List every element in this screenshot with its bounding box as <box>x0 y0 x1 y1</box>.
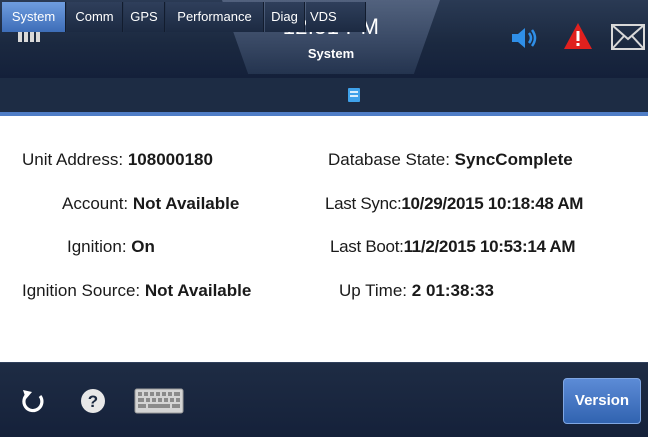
ignition-label: Ignition: <box>67 237 127 256</box>
alert-icon[interactable] <box>563 22 593 50</box>
tab-strip <box>0 78 648 116</box>
database-state-value: SyncComplete <box>454 150 573 169</box>
version-button[interactable]: Version <box>563 378 641 424</box>
last-sync-row: Last Sync:10/29/2015 10:18:48 AM <box>325 194 583 214</box>
last-boot-label: Last Boot: <box>330 237 404 256</box>
last-boot-row: Last Boot:11/2/2015 10:53:14 AM <box>330 237 576 257</box>
last-sync-value: 10/29/2015 10:18:48 AM <box>401 194 584 213</box>
help-icon[interactable]: ? <box>80 388 106 414</box>
last-sync-label: Last Sync: <box>325 194 402 213</box>
up-time-value: 2 01:38:33 <box>411 281 494 300</box>
ignition-value: On <box>131 237 155 256</box>
tab-vds[interactable]: VDS <box>306 2 366 32</box>
refresh-icon[interactable] <box>20 388 46 414</box>
speaker-icon[interactable] <box>510 26 540 50</box>
up-time-row: Up Time: 2 01:38:33 <box>339 281 494 301</box>
tab-diag[interactable]: Diag <box>265 2 305 32</box>
ignition-source-row: Ignition Source: Not Available <box>22 281 251 301</box>
unit-address-row: Unit Address: 108000180 <box>22 150 213 170</box>
unit-address-value: 108000180 <box>127 150 213 169</box>
ignition-row: Ignition: On <box>67 237 155 257</box>
vds-icon <box>348 88 360 102</box>
tab-gps[interactable]: GPS <box>124 2 165 32</box>
keyboard-icon[interactable] <box>134 388 184 414</box>
ignition-source-value: Not Available <box>144 281 252 300</box>
last-boot-value: 11/2/2015 10:53:14 AM <box>403 237 576 256</box>
screen-title: System <box>307 46 355 61</box>
account-value: Not Available <box>132 194 240 213</box>
unit-address-label: Unit Address: <box>22 150 124 169</box>
mail-icon[interactable] <box>611 24 645 50</box>
up-time-label: Up Time: <box>339 281 408 300</box>
account-row: Account: Not Available <box>62 194 239 214</box>
ignition-source-label: Ignition Source: <box>22 281 141 300</box>
account-label: Account: <box>62 194 129 213</box>
tab-comm[interactable]: Comm <box>67 2 123 32</box>
database-state-label: Database State: <box>328 150 450 169</box>
database-state-row: Database State: SyncComplete <box>328 150 573 170</box>
svg-text:?: ? <box>88 392 98 411</box>
tab-performance[interactable]: Performance <box>166 2 264 32</box>
tab-system[interactable]: System <box>2 2 66 32</box>
